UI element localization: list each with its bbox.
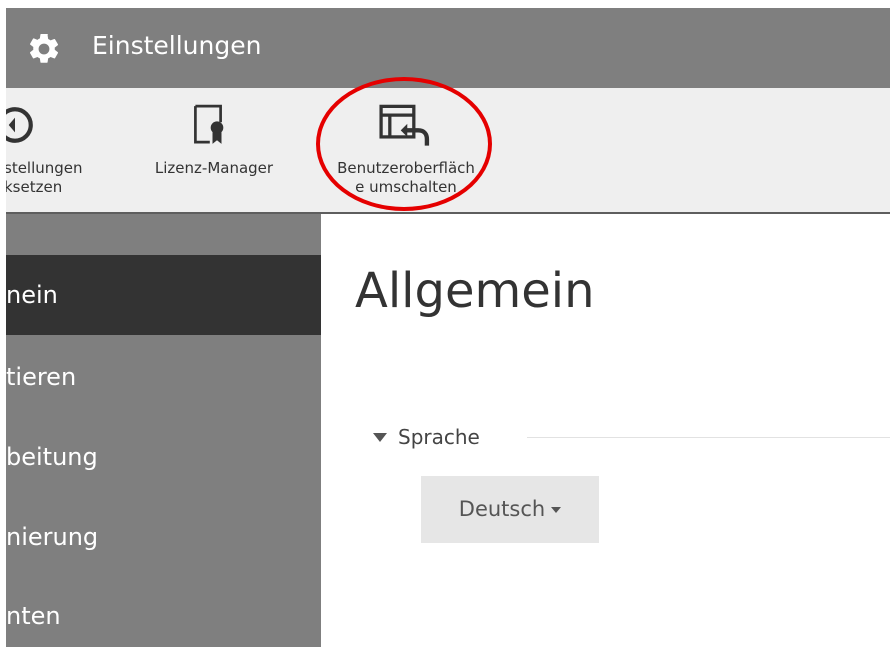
- sidebar-item-general[interactable]: nein: [6, 255, 321, 335]
- license-icon: [194, 104, 224, 144]
- title-bar: Einstellungen: [6, 8, 890, 88]
- sidebar-item-label: tieren: [6, 363, 77, 391]
- section-divider: [527, 437, 890, 438]
- sidebar: nein tieren beitung nierung nten: [6, 214, 321, 647]
- switch-ui-icon: [379, 104, 430, 146]
- reset-settings-label: stellungen ksetzen: [6, 159, 83, 196]
- page-title: Allgemein: [355, 263, 595, 319]
- section-title: Sprache: [398, 425, 480, 449]
- caret-down-icon: [551, 507, 562, 513]
- sidebar-item-4[interactable]: nierung: [6, 497, 321, 577]
- switch-ui-button[interactable]: Benutzeroberfläch e umschalten: [316, 88, 496, 212]
- license-manager-button[interactable]: Lizenz-Manager: [134, 88, 294, 212]
- license-manager-label: Lizenz-Manager: [154, 159, 274, 177]
- gear-icon: [30, 33, 59, 63]
- language-dropdown[interactable]: Deutsch: [421, 476, 599, 543]
- sidebar-item-3[interactable]: beitung: [6, 417, 321, 497]
- switch-ui-label: Benutzeroberfläch e umschalten: [337, 159, 475, 196]
- sidebar-item-label: nten: [6, 602, 61, 630]
- reset-icon: [6, 107, 33, 143]
- window-title: Einstellungen: [92, 31, 262, 60]
- sidebar-item-label: nierung: [6, 523, 99, 551]
- settings-window: Einstellungen stellungen ksetzen Lizenz-…: [6, 0, 890, 647]
- sidebar-item-5[interactable]: nten: [6, 576, 321, 647]
- collapse-triangle-icon: [373, 433, 387, 442]
- main-content: Allgemein Sprache Deutsch: [321, 214, 890, 647]
- sidebar-item-2[interactable]: tieren: [6, 337, 321, 417]
- toolbar: stellungen ksetzen Lizenz-Manager Benutz…: [6, 88, 890, 214]
- reset-settings-button[interactable]: stellungen ksetzen: [6, 88, 110, 212]
- language-value: Deutsch: [458, 497, 546, 521]
- language-section-header[interactable]: Sprache: [373, 420, 890, 454]
- sidebar-item-label: beitung: [6, 443, 98, 471]
- sidebar-item-label: nein: [6, 281, 58, 309]
